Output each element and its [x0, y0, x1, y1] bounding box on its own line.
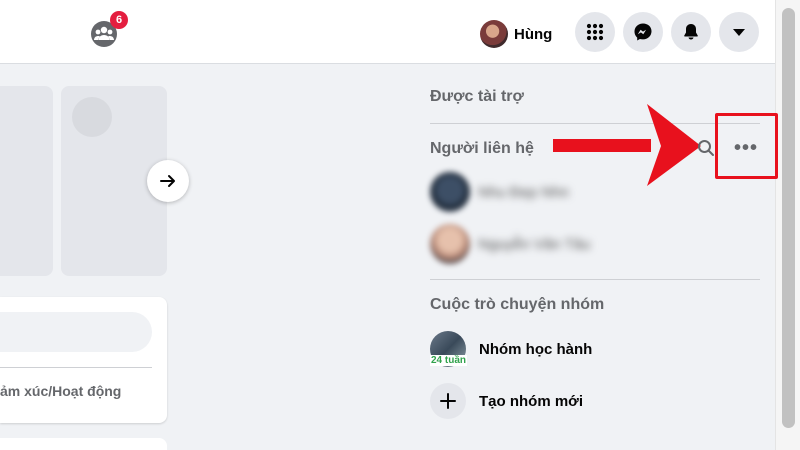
sponsored-title: Được tài trợ [430, 88, 524, 105]
search-icon[interactable] [697, 139, 715, 157]
feeling-activity-button[interactable]: ảm xúc/Hoạt động [0, 383, 121, 399]
account-dropdown-button[interactable] [719, 12, 759, 52]
composer-input[interactable] [0, 312, 152, 352]
account-dropdown-icon [733, 29, 745, 36]
story-card[interactable] [0, 86, 53, 276]
annotation-highlight-box [715, 113, 778, 179]
contact-name: Nhu Đẹp Nhn [478, 183, 569, 201]
stories-next-button[interactable] [147, 160, 189, 202]
group-avatar: 24 tuần [430, 331, 468, 367]
last-active-badge: 24 tuần [430, 355, 468, 366]
contact-name: Nguyễn Văn Tâu [478, 235, 591, 253]
annotation-arrow [553, 104, 701, 186]
story-avatar-placeholder [72, 97, 112, 137]
group-chat-item[interactable]: 24 tuần Nhóm học hành [430, 331, 592, 367]
avatar [430, 224, 470, 264]
contact-item[interactable]: Nhu Đẹp Nhn [430, 172, 569, 212]
post-composer: ảm xúc/Hoạt động [0, 297, 167, 423]
profile-button[interactable]: Hùng [480, 16, 552, 52]
notifications-bell-icon [684, 24, 698, 40]
create-group-button[interactable]: Tạo nhóm mới [430, 383, 583, 419]
create-group-label: Tạo nhóm mới [479, 392, 583, 410]
group-chats-title: Cuộc trò chuyện nhóm [430, 296, 605, 313]
scroll-thumb[interactable] [782, 8, 795, 428]
scrollbar[interactable] [775, 0, 800, 450]
top-navigation-bar: 6 Hùng [0, 0, 775, 64]
plus-icon-container [430, 383, 466, 419]
menu-grid-icon [586, 23, 604, 41]
divider [0, 367, 152, 368]
contacts-title: Người liên hệ [430, 140, 534, 157]
plus-icon [440, 393, 456, 409]
group-chat-name: Nhóm học hành [479, 340, 593, 358]
feed-post-card [0, 438, 167, 450]
avatar [480, 20, 508, 48]
contact-item[interactable]: Nguyễn Văn Tâu [430, 224, 590, 264]
divider [430, 279, 760, 280]
profile-name: Hùng [514, 25, 553, 43]
messenger-button[interactable] [623, 12, 663, 52]
messenger-icon [634, 23, 652, 41]
menu-button[interactable] [575, 12, 615, 52]
arrow-right-icon [160, 175, 175, 187]
notifications-button[interactable] [671, 12, 711, 52]
avatar [430, 172, 470, 212]
notification-badge: 6 [110, 11, 128, 29]
